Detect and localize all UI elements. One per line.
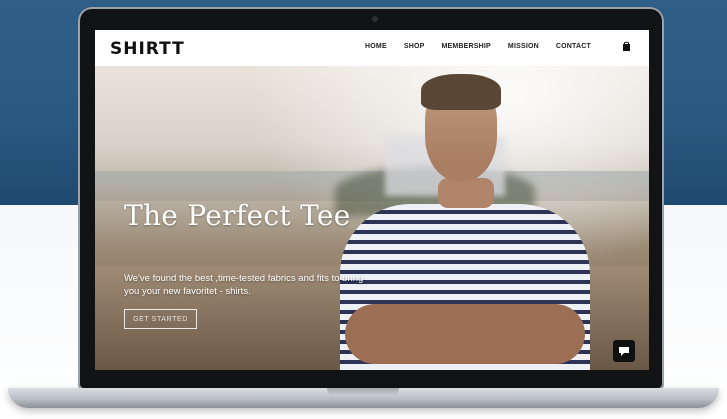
- hero-model-photo: [325, 66, 605, 370]
- nav-home-link[interactable]: HOME: [365, 43, 387, 50]
- hero-description: We've found the best ,time-tested fabric…: [124, 273, 364, 297]
- crossed-arms: [345, 304, 585, 364]
- chat-button[interactable]: [613, 340, 635, 362]
- laptop-notch: [327, 388, 399, 396]
- shopping-bag-icon[interactable]: [622, 41, 631, 51]
- get-started-button[interactable]: GET STARTED: [124, 309, 197, 329]
- model-hair: [421, 74, 501, 110]
- webcam: [372, 16, 378, 22]
- model-neck: [438, 178, 494, 208]
- nav-shop-link[interactable]: SHOP: [404, 43, 425, 50]
- chat-bubble-icon: [619, 346, 629, 356]
- nav-mission-link[interactable]: MISSION: [508, 43, 539, 50]
- nav-membership-link[interactable]: MEMBERSHIP: [441, 43, 490, 50]
- nav-contact-link[interactable]: CONTACT: [556, 43, 591, 50]
- site-header: SHIRTT HOME SHOP MEMBERSHIP MISSION CONT…: [95, 30, 649, 66]
- hero-section: The Perfect Tee We've found the best ,ti…: [95, 66, 649, 370]
- site-logo[interactable]: SHIRTT: [110, 39, 185, 59]
- hero-title: The Perfect Tee: [124, 199, 351, 232]
- main-nav: HOME SHOP MEMBERSHIP MISSION CONTACT: [348, 43, 591, 50]
- laptop-screen: SHIRTT HOME SHOP MEMBERSHIP MISSION CONT…: [95, 30, 649, 370]
- laptop-base: [8, 388, 719, 408]
